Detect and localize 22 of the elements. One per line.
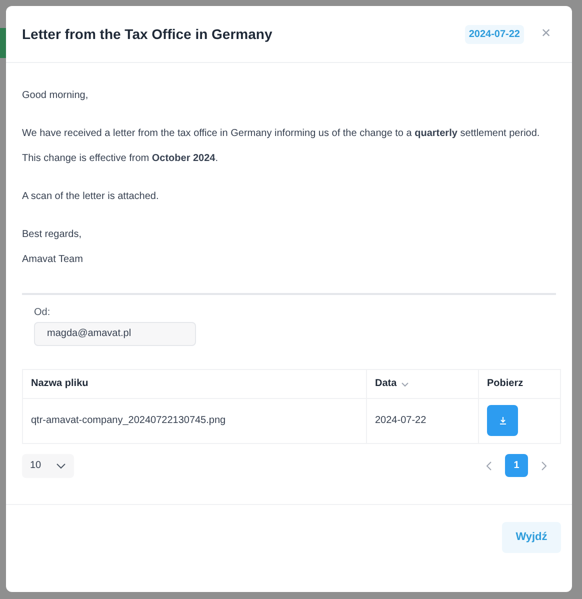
message-line: Good morning, xyxy=(22,89,90,103)
date-badge: 2024-07-22 xyxy=(464,24,524,44)
message-line: A scan of the letter is attached. xyxy=(22,190,160,204)
page-size-select[interactable]: 10 xyxy=(22,454,74,478)
download-icon xyxy=(498,416,506,424)
column-header: Nazwa pliku xyxy=(22,369,366,398)
chevron-down-icon xyxy=(56,462,66,468)
chevron-left-icon[interactable] xyxy=(486,460,492,470)
column-header: Pobierz xyxy=(478,369,560,398)
table-cell: qtr-amavat-company_20240722130745.png xyxy=(22,398,366,443)
chevron-right-icon[interactable] xyxy=(541,460,547,470)
message-line: This change is effective from October 2024. xyxy=(22,152,220,166)
message-line: We have received a letter from the tax office in Germany informing us of the change to a quarterly settlement period. xyxy=(22,127,541,141)
message-line: Amavat Team xyxy=(22,253,84,267)
message-line: Best regards, xyxy=(22,228,82,242)
dialog-title: Letter from the Tax Office in Germany xyxy=(22,24,274,44)
sender-label: Od: xyxy=(34,306,52,320)
table-cell: 2024-07-22 xyxy=(366,398,478,443)
column-header[interactable]: Data xyxy=(366,369,478,398)
download-button[interactable] xyxy=(487,405,518,436)
chevron-down-icon xyxy=(400,380,409,388)
sender-field[interactable]: magda@amavat.pl xyxy=(34,322,196,346)
